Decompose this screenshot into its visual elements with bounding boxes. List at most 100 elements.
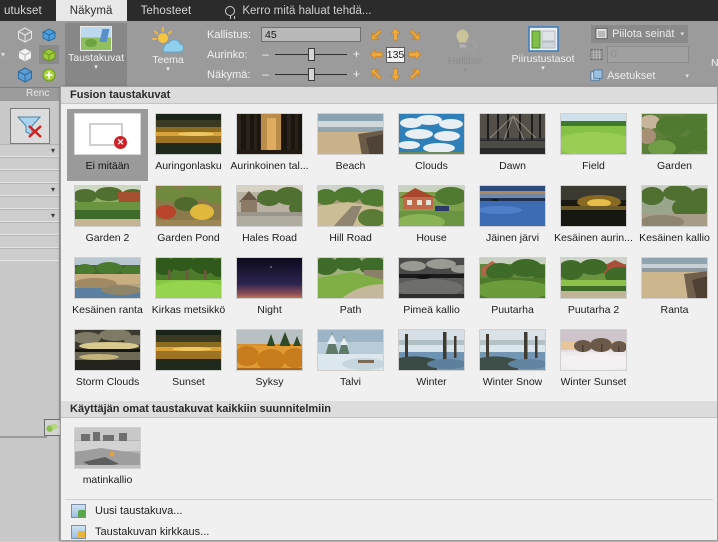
tilt-input[interactable]: 45 <box>261 27 362 42</box>
sun-slider-track[interactable] <box>275 48 348 61</box>
plus-icon[interactable]: + <box>352 68 361 80</box>
gallery-item[interactable]: Garden 2 <box>67 181 148 253</box>
gallery-item[interactable]: Storm Clouds <box>67 325 148 397</box>
gallery-item[interactable]: Auringonlasku <box>148 109 229 181</box>
gallery-item[interactable]: Garden <box>634 109 715 181</box>
gallery-item[interactable]: Jäinen järvi <box>472 181 553 253</box>
wireframe-cube-icon[interactable] <box>15 25 35 44</box>
dock-row[interactable]: ▾ <box>0 209 59 222</box>
tab-utukset[interactable]: utukset <box>0 0 56 21</box>
view-slider-knob[interactable] <box>308 68 316 81</box>
gallery-item[interactable]: House <box>391 181 472 253</box>
hide-walls-button[interactable]: Piilota seinät ▾ <box>591 24 688 43</box>
angle-value[interactable]: 135 <box>385 46 406 63</box>
gallery-item[interactable]: Aurinkoinen tal... <box>229 109 310 181</box>
filter-clear-button[interactable] <box>9 108 50 144</box>
arrow-down-left-icon[interactable] <box>367 65 386 85</box>
new-background-menu-item[interactable]: Uusi taustakuva... <box>61 500 717 521</box>
chevron-down-icon[interactable]: ▾ <box>51 185 55 194</box>
chevron-down-icon[interactable]: ▾ <box>463 67 467 74</box>
add-cube-icon[interactable] <box>39 65 59 84</box>
user-section-title: Käyttäjän omat taustakuvat kaikkiin suun… <box>70 403 332 415</box>
gallery-item[interactable]: Garden Pond <box>148 181 229 253</box>
tab-nakyma[interactable]: Näkymä <box>55 0 127 21</box>
view-slider[interactable]: – + <box>261 68 361 81</box>
grid-icon[interactable] <box>590 48 603 61</box>
dock-row[interactable] <box>0 157 59 170</box>
arrow-up-right-icon[interactable] <box>405 25 424 45</box>
gallery-item[interactable]: Sunset <box>148 325 229 397</box>
grid-input[interactable]: 0 <box>607 46 690 63</box>
gallery-item[interactable]: Puutarha 2 <box>553 253 634 325</box>
gallery-item[interactable]: Winter <box>391 325 472 397</box>
dock-row[interactable]: ▾ <box>0 183 59 196</box>
angle-input[interactable]: 135 <box>385 45 406 65</box>
backgrounds-button[interactable]: Taustakuvat ▾ <box>65 23 128 86</box>
gallery-item[interactable]: Winter Sunset <box>553 325 634 397</box>
chevron-down-icon[interactable]: ▾ <box>166 66 170 73</box>
gallery-item[interactable]: Kesäinen kallio <box>634 181 715 253</box>
gallery-item-label: Ei mitään <box>85 160 130 172</box>
gallery-item[interactable]: Kesäinen ranta <box>67 253 148 325</box>
gallery-item[interactable]: Hill Road <box>310 181 391 253</box>
ribbon-group-walls: Piilota seinät ▾ 0 Asetukset ▾ <box>583 21 696 88</box>
gallery-item[interactable]: matinkallio <box>67 423 148 495</box>
blue-cube-icon[interactable] <box>39 25 59 44</box>
settings-button[interactable]: Asetukset ▾ <box>586 67 693 85</box>
gallery-item[interactable]: Night <box>229 253 310 325</box>
background-brightness-menu-item[interactable]: Taustakuvan kirkkaus... <box>61 521 717 542</box>
gallery-item[interactable]: Puutarha <box>472 253 553 325</box>
navigation-button[interactable]: Navigointi <box>703 23 718 86</box>
gallery-item[interactable]: Dawn <box>472 109 553 181</box>
gallery-item[interactable]: Kesäinen aurin... <box>553 181 634 253</box>
gallery-item[interactable]: Pimeä kallio <box>391 253 472 325</box>
gallery-item[interactable]: Field <box>553 109 634 181</box>
sun-slider-knob[interactable] <box>308 48 316 61</box>
plus-icon[interactable]: + <box>352 48 361 60</box>
gallery-item[interactable]: Path <box>310 253 391 325</box>
chevron-down-icon[interactable]: ▾ <box>94 64 98 71</box>
gallery-item[interactable]: Ranta <box>634 253 715 325</box>
dock-row[interactable] <box>0 222 59 235</box>
gallery-item-none[interactable]: ✕ Ei mitään <box>67 109 148 181</box>
shaded-edges-cube-icon[interactable] <box>15 65 35 84</box>
tell-me-search[interactable]: Kerro mitä haluat tehdä... <box>205 0 371 21</box>
material-swatch-button[interactable] <box>44 419 61 436</box>
dock-row[interactable] <box>0 248 59 261</box>
chevron-down-icon[interactable]: ▾ <box>541 65 545 72</box>
minus-icon[interactable]: – <box>261 48 270 60</box>
gallery-item[interactable]: Winter Snow <box>472 325 553 397</box>
dock-row[interactable] <box>0 196 59 209</box>
chevron-down-icon[interactable]: ▾ <box>51 211 55 220</box>
dock-row[interactable]: ▾ <box>0 144 59 157</box>
arrow-right-icon[interactable] <box>405 45 424 65</box>
arrow-left-icon[interactable] <box>367 45 386 65</box>
gallery-item[interactable]: Talvi <box>310 325 391 397</box>
tab-tehosteet[interactable]: Tehosteet <box>127 0 206 21</box>
green-cube-icon[interactable] <box>39 45 60 64</box>
arrow-down-right-icon[interactable] <box>405 65 424 85</box>
minus-icon[interactable]: – <box>261 68 270 80</box>
gallery-item[interactable]: Beach <box>310 109 391 181</box>
chevron-down-icon[interactable]: ▾ <box>51 146 55 155</box>
gallery-item-label: House <box>416 232 447 244</box>
dock-row[interactable] <box>0 170 59 183</box>
shaded-cube-icon[interactable] <box>15 45 35 64</box>
gallery-item[interactable]: Kirkas metsikkö <box>148 253 229 325</box>
chevron-down-icon[interactable]: ▾ <box>1 50 5 59</box>
arrow-up-icon[interactable] <box>386 25 405 45</box>
chevron-down-icon[interactable]: ▾ <box>680 30 684 38</box>
gallery-item[interactable]: Syksy <box>229 325 310 397</box>
view-slider-track[interactable] <box>275 68 348 81</box>
gallery-item[interactable]: Hales Road <box>229 181 310 253</box>
chevron-down-icon[interactable]: ▾ <box>685 72 689 80</box>
thumbnail <box>560 257 627 299</box>
theme-button[interactable]: Teema ▾ <box>137 23 199 86</box>
arrow-down-icon[interactable] <box>386 65 405 85</box>
gallery-item[interactable]: Clouds <box>391 109 472 181</box>
drawing-levels-button[interactable]: Piirustustasot ▾ <box>506 23 580 86</box>
sun-slider[interactable]: – + <box>261 48 361 61</box>
dock-row[interactable] <box>0 235 59 248</box>
arrow-up-left-icon[interactable] <box>367 25 386 45</box>
manage-button[interactable]: Hallitse ▾ <box>434 23 496 86</box>
